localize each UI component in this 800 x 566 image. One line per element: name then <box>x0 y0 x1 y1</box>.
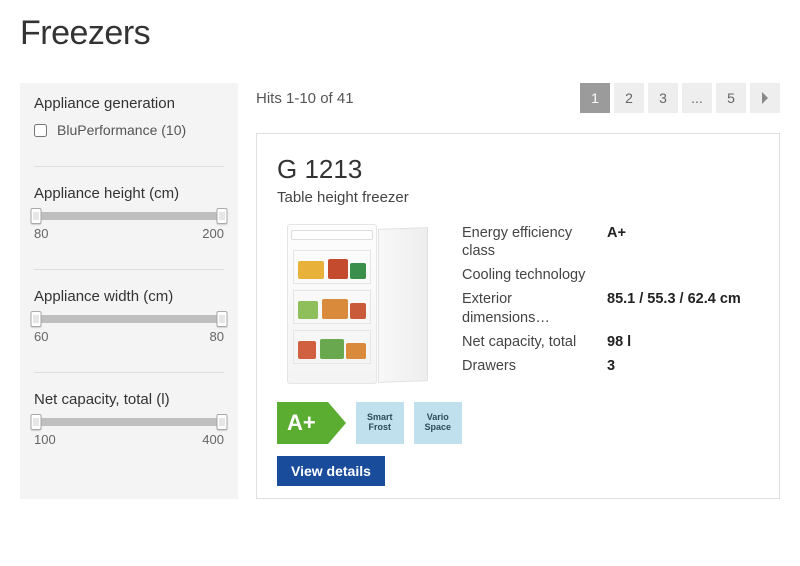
filter-generation: Appliance generation BluPerformance (10) <box>34 95 224 167</box>
results-count: Hits 1-10 of 41 <box>256 90 354 107</box>
filter-sidebar: Appliance generation BluPerformance (10)… <box>20 83 238 499</box>
filter-bluperformance[interactable]: BluPerformance (10) <box>34 122 224 138</box>
page-2-button[interactable]: 2 <box>614 83 644 113</box>
smartfrost-badge: Smart Frost <box>356 402 404 444</box>
product-badges: A+ Smart Frost Vario Space <box>277 402 759 444</box>
capacity-max: 400 <box>202 432 224 447</box>
capacity-slider[interactable] <box>36 418 222 426</box>
spec-dimensions-label: Exterior dimensions… <box>462 290 607 326</box>
filter-generation-title: Appliance generation <box>34 95 224 112</box>
height-slider[interactable] <box>36 212 222 220</box>
energy-badge-text: A+ <box>277 402 328 444</box>
spec-cooling-label: Cooling technology <box>462 266 607 284</box>
filter-height-title: Appliance height (cm) <box>34 185 224 202</box>
page-1-button[interactable]: 1 <box>580 83 610 113</box>
energy-badge: A+ <box>277 402 346 444</box>
filter-bluperformance-label: BluPerformance (10) <box>57 122 186 138</box>
chevron-right-icon <box>761 92 769 104</box>
height-min: 80 <box>34 226 48 241</box>
product-subtitle: Table height freezer <box>277 189 759 206</box>
capacity-slider-min-handle[interactable] <box>31 414 42 430</box>
height-slider-max-handle[interactable] <box>217 208 228 224</box>
filter-bluperformance-checkbox[interactable] <box>34 124 47 137</box>
product-image <box>277 224 432 384</box>
spec-energy-value: A+ <box>607 224 626 260</box>
spec-dimensions-value: 85.1 / 55.3 / 62.4 cm <box>607 290 741 326</box>
pagination: 1 2 3 ... 5 <box>580 83 780 113</box>
page-3-button[interactable]: 3 <box>648 83 678 113</box>
height-max: 200 <box>202 226 224 241</box>
product-specs: Energy efficiency class A+ Cooling techn… <box>462 224 759 384</box>
width-slider-max-handle[interactable] <box>217 311 228 327</box>
spec-drawers-value: 3 <box>607 357 615 375</box>
spec-capacity-value: 98 l <box>607 333 631 351</box>
results-area: Hits 1-10 of 41 1 2 3 ... 5 G 1213 Table… <box>256 83 780 499</box>
filter-capacity-title: Net capacity, total (l) <box>34 391 224 408</box>
width-slider[interactable] <box>36 315 222 323</box>
page-next-button[interactable] <box>750 83 780 113</box>
arrow-right-icon <box>328 402 346 444</box>
filter-capacity: Net capacity, total (l) 100 400 <box>34 391 224 475</box>
width-max: 80 <box>210 329 224 344</box>
width-slider-min-handle[interactable] <box>31 311 42 327</box>
product-card: G 1213 Table height freezer <box>256 133 780 499</box>
spec-capacity-label: Net capacity, total <box>462 333 607 351</box>
variospace-badge: Vario Space <box>414 402 462 444</box>
filter-height: Appliance height (cm) 80 200 <box>34 185 224 270</box>
spec-drawers-label: Drawers <box>462 357 607 375</box>
spec-energy-label: Energy efficiency class <box>462 224 607 260</box>
capacity-slider-max-handle[interactable] <box>217 414 228 430</box>
capacity-min: 100 <box>34 432 56 447</box>
page-title: Freezers <box>20 14 780 53</box>
page-5-button[interactable]: 5 <box>716 83 746 113</box>
filter-width-title: Appliance width (cm) <box>34 288 224 305</box>
filter-width: Appliance width (cm) 60 80 <box>34 288 224 373</box>
height-slider-min-handle[interactable] <box>31 208 42 224</box>
page-ellipsis: ... <box>682 83 712 113</box>
product-title: G 1213 <box>277 154 759 185</box>
view-details-button[interactable]: View details <box>277 456 385 486</box>
width-min: 60 <box>34 329 48 344</box>
